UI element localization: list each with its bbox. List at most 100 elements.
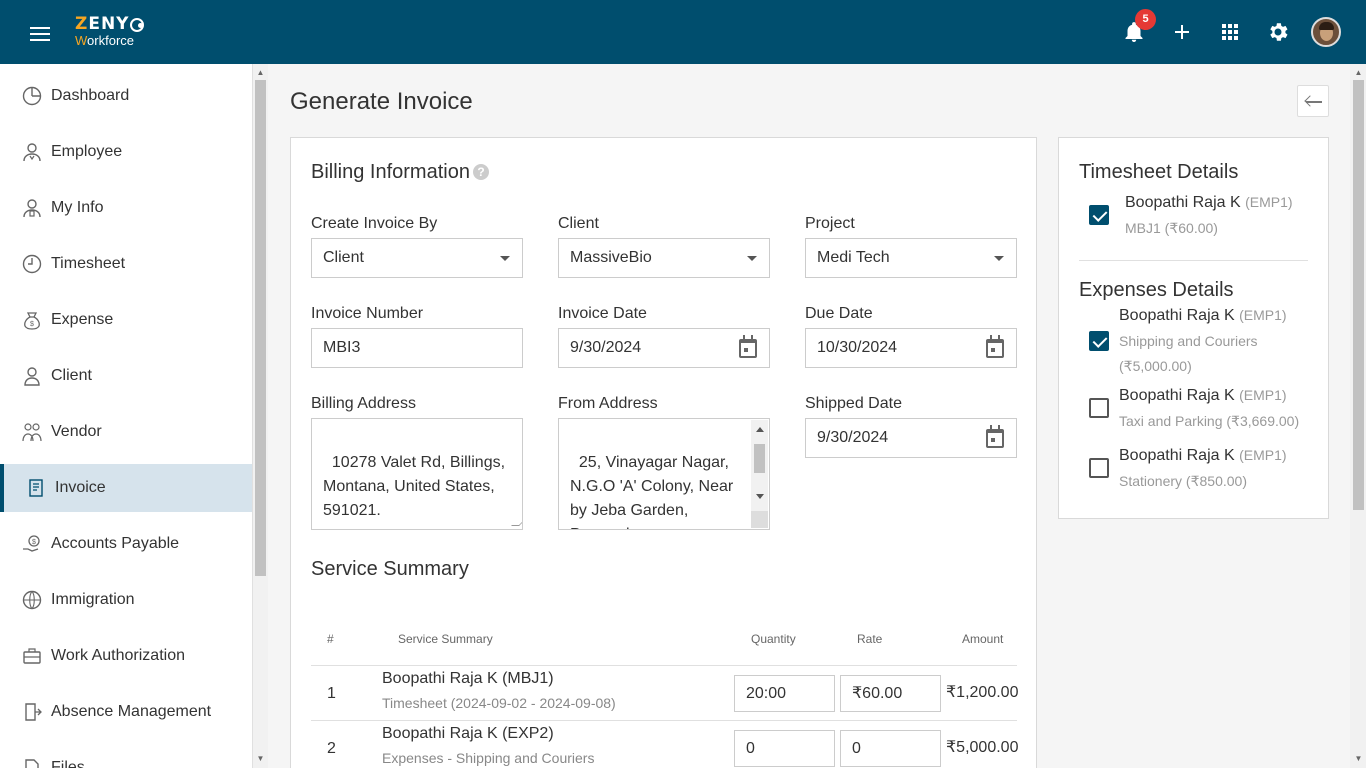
invoice-icon	[29, 479, 43, 497]
timesheet-checkbox[interactable]	[1089, 205, 1109, 225]
invoice-date-input[interactable]: 9/30/2024	[558, 328, 770, 368]
sidebar-scroll-up-icon[interactable]: ▲	[256, 69, 265, 77]
avatar[interactable]	[1311, 17, 1341, 47]
billing-address-textarea[interactable]: 10278 Valet Rd, Billings, Montana, Unite…	[311, 418, 523, 530]
sidebar-item-my-info[interactable]: My Info	[0, 184, 252, 232]
shipped-date-input[interactable]: 9/30/2024	[805, 418, 1017, 458]
shipped-date-label: Shipped Date	[805, 395, 902, 412]
back-arrow-button[interactable]	[1297, 85, 1329, 117]
menu-icon[interactable]	[30, 27, 50, 41]
row-subtitle: Timesheet (2024-09-02 - 2024-09-08)	[382, 695, 616, 711]
create-invoice-by-label: Create Invoice By	[311, 215, 438, 232]
chevron-down-icon	[994, 256, 1004, 261]
col-header-num: #	[327, 632, 334, 646]
chevron-down-icon	[500, 256, 510, 261]
sidebar-scroll-thumb[interactable]	[255, 80, 266, 576]
expense-sub: Stationery (₹850.00)	[1119, 473, 1247, 489]
billing-title: Billing Information	[311, 161, 470, 183]
expense-amount: (₹5,000.00)	[1119, 358, 1192, 374]
from-address-label: From Address	[558, 395, 658, 412]
timesheet-sub: MBJ1 (₹60.00)	[1125, 220, 1218, 236]
divider	[1079, 260, 1308, 261]
due-date-value: 10/30/2024	[817, 339, 898, 356]
timesheet-details-title: Timesheet Details	[1079, 161, 1239, 183]
billing-address-label: Billing Address	[311, 395, 416, 412]
sidebar-item-invoice[interactable]: Invoice	[0, 464, 252, 512]
project-select[interactable]: Medi Tech	[805, 238, 1017, 278]
client-value: MassiveBio	[570, 249, 652, 266]
accounts-payable-icon: $	[23, 535, 40, 552]
help-icon[interactable]: ?	[473, 164, 489, 180]
invoice-number-label: Invoice Number	[311, 305, 424, 322]
dashboard-icon	[22, 86, 42, 106]
invoice-number-input[interactable]: MBI3	[311, 328, 523, 368]
vendor-icon	[22, 423, 42, 442]
app-logo[interactable]: Z ENY Workforce	[75, 16, 145, 47]
sidebar-item-accounts-payable[interactable]: $ Accounts Payable	[0, 520, 252, 568]
employee-name-text: Boopathi Raja K	[1125, 194, 1241, 211]
employee-name-text: Boopathi Raja K	[1119, 447, 1235, 464]
resize-handle-icon[interactable]	[511, 518, 522, 526]
sidebar-item-immigration[interactable]: Immigration	[0, 576, 252, 624]
from-address-textarea[interactable]: 25, Vinayagar Nagar, N.G.O 'A' Colony, N…	[558, 418, 770, 530]
chevron-down-icon	[747, 256, 757, 261]
plus-icon[interactable]	[1170, 20, 1194, 44]
gear-icon[interactable]	[1266, 20, 1290, 44]
immigration-icon	[22, 590, 42, 610]
sidebar: Dashboard Employee My Info Timesheet $ E…	[0, 64, 253, 768]
calendar-icon[interactable]	[986, 425, 1004, 448]
row-name: Boopathi Raja K (MBJ1)	[382, 670, 554, 687]
invoice-date-label: Invoice Date	[558, 305, 647, 322]
rate-input[interactable]: 0	[840, 730, 941, 767]
page-scroll-up-icon[interactable]: ▲	[1354, 69, 1363, 77]
calendar-icon[interactable]	[739, 335, 757, 358]
table-divider	[311, 665, 1017, 666]
from-address-value: 25, Vinayagar Nagar, N.G.O 'A' Colony, N…	[570, 454, 734, 529]
client-select[interactable]: MassiveBio	[558, 238, 770, 278]
sidebar-item-vendor[interactable]: Vendor	[0, 408, 252, 456]
rate-input[interactable]: ₹60.00	[840, 675, 941, 712]
sidebar-item-dashboard[interactable]: Dashboard	[0, 72, 252, 120]
sidebar-item-employee[interactable]: Employee	[0, 128, 252, 176]
sidebar-item-files[interactable]: Files	[0, 744, 252, 768]
notification-badge: 5	[1135, 9, 1156, 30]
row-subtitle: Expenses - Shipping and Couriers	[382, 750, 595, 766]
employee-name-text: Boopathi Raja K	[1119, 387, 1235, 404]
employee-name: Boopathi Raja K (EMP1)	[1119, 307, 1287, 325]
page-scroll-thumb[interactable]	[1353, 80, 1364, 510]
from-address-scrollbar[interactable]	[751, 420, 768, 528]
col-header-amount: Amount	[962, 632, 1004, 646]
client-icon	[24, 367, 40, 386]
employee-code: (EMP1)	[1239, 447, 1287, 463]
page-scroll-down-icon[interactable]: ▼	[1354, 755, 1363, 763]
sidebar-scroll-down-icon[interactable]: ▼	[256, 755, 265, 763]
client-label: Client	[558, 215, 599, 232]
quantity-input[interactable]: 0	[734, 730, 835, 767]
sidebar-item-expense[interactable]: $ Expense	[0, 296, 252, 344]
apps-grid-icon[interactable]	[1218, 20, 1242, 44]
sidebar-item-timesheet[interactable]: Timesheet	[0, 240, 252, 288]
sidebar-item-client[interactable]: Client	[0, 352, 252, 400]
billing-address-value: 10278 Valet Rd, Billings, Montana, Unite…	[323, 454, 506, 519]
employee-name: Boopathi Raja K (EMP1)	[1119, 387, 1287, 405]
row-amount: ₹1,200.00	[946, 684, 1019, 701]
absence-management-icon	[25, 703, 42, 721]
sidebar-item-absence-management[interactable]: Absence Management	[0, 688, 252, 736]
service-summary-title: Service Summary	[311, 558, 469, 580]
sidebar-item-work-authorization[interactable]: Work Authorization	[0, 632, 252, 680]
timesheet-icon	[22, 254, 42, 274]
calendar-icon[interactable]	[986, 335, 1004, 358]
expense-checkbox[interactable]	[1089, 458, 1109, 478]
expense-checkbox[interactable]	[1089, 331, 1109, 351]
quantity-input[interactable]: 20:00	[734, 675, 835, 712]
row-number: 1	[327, 685, 336, 702]
svg-text:$: $	[32, 539, 36, 546]
expense-checkbox[interactable]	[1089, 398, 1109, 418]
col-header-quantity: Quantity	[751, 632, 796, 646]
row-number: 2	[327, 740, 336, 757]
row-amount: ₹5,000.00	[946, 739, 1019, 756]
due-date-label: Due Date	[805, 305, 873, 322]
expense-icon: $	[24, 312, 40, 330]
create-invoice-by-select[interactable]: Client	[311, 238, 523, 278]
due-date-input[interactable]: 10/30/2024	[805, 328, 1017, 368]
